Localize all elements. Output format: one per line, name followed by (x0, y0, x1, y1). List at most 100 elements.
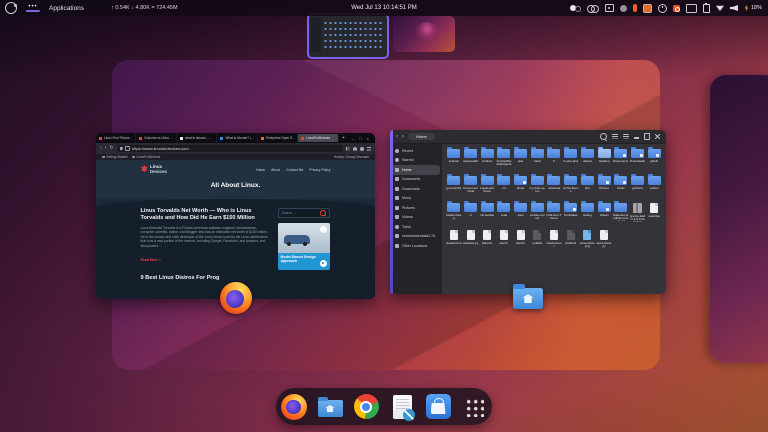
site-nav-link[interactable]: Contact Me (286, 168, 303, 172)
volume-icon[interactable] (729, 5, 738, 11)
reload-button[interactable]: ↻ (109, 146, 113, 151)
file-item[interactable]: sudoku-solver (529, 201, 545, 228)
next-article-title[interactable]: 9 Best Linux Distros For Prog (141, 275, 269, 281)
sidebar-item[interactable]: Videos (392, 213, 440, 223)
file-item[interactable]: Maxi.txt (479, 228, 495, 255)
file-item[interactable]: screenshot.png (580, 228, 596, 255)
new-tab-button[interactable]: + (339, 135, 348, 141)
clock[interactable]: Wed Jul 13 10:14:51 PM (351, 5, 417, 11)
distro-menu-icon[interactable] (5, 2, 17, 14)
file-item[interactable]: gnome-kwd-1.4.5-Translation (630, 201, 646, 228)
sidebar-item[interactable]: Home (392, 165, 440, 175)
sidebar-item[interactable]: Starred (392, 156, 440, 166)
article-title[interactable]: Linus Torvalds Net Worth — Who is Linus … (141, 208, 269, 222)
activities-indicator[interactable]: ••• (26, 4, 40, 12)
file-item[interactable]: icons-in-terminal (463, 174, 479, 201)
workspace-thumbnail-next[interactable] (393, 16, 455, 52)
screen-record-icon[interactable] (587, 4, 600, 13)
file-item[interactable]: Diabetes-prediction-using-ml (613, 201, 629, 228)
ubuntu-software-dock-icon[interactable] (423, 389, 453, 424)
forward-button[interactable]: › (402, 134, 404, 140)
browser-tab[interactable]: What is Ubuntu? |… (217, 133, 258, 143)
file-item[interactable]: bash (529, 147, 545, 174)
sidebar-item[interactable]: Documents (392, 175, 440, 185)
file-item[interactable]: vl (463, 201, 479, 228)
file-item[interactable]: Desktop (596, 147, 612, 174)
sidebar-item[interactable]: Music (392, 194, 440, 204)
url-bar[interactable]: https://www.linuxfordevices.com (116, 145, 343, 152)
display-indicator-icon[interactable] (685, 3, 697, 13)
file-item[interactable]: notebook.txt (546, 228, 562, 255)
ubuntu-indicator-icon[interactable] (672, 4, 680, 12)
file-item[interactable]: notebook (546, 174, 562, 201)
battery-indicator[interactable]: 18% (744, 4, 762, 12)
browser-tab[interactable]: LinuxForDevices (298, 134, 339, 142)
file-item[interactable]: ml (496, 174, 512, 201)
sidebar-item[interactable]: Downloads (392, 184, 440, 194)
sidebar-item[interactable]: chromeuserdata1.7b… (392, 232, 440, 242)
app-indicator-gray-icon[interactable] (620, 4, 628, 12)
maximize-icon[interactable] (643, 133, 650, 140)
screenshot-tool-icon[interactable] (605, 4, 615, 12)
file-item[interactable]: gnomeOS2 (446, 174, 462, 201)
file-item[interactable]: viewchat.txt (446, 228, 462, 255)
file-item[interactable]: anaconda3 (463, 147, 479, 174)
file-item[interactable]: C (546, 147, 562, 174)
site-logo[interactable]: ✱ Linux Devices (141, 164, 168, 174)
adjacent-workspace[interactable] (710, 75, 768, 363)
sidebar-item[interactable]: Trash (392, 222, 440, 232)
sidebar-item[interactable]: Recent (392, 146, 440, 156)
sidebar-toggle-icon[interactable] (346, 146, 350, 151)
window-controls[interactable]: – □ × (348, 136, 375, 141)
network-monitor[interactable]: ↑ 0.54K ↓ 4.80K = 724.45M (111, 5, 178, 11)
ad-card[interactable]: Model-Based Design Approach (277, 223, 330, 270)
file-item[interactable]: pycharm (630, 174, 646, 201)
files-dock-icon[interactable] (315, 389, 345, 424)
back-button[interactable]: ‹ (396, 134, 398, 140)
bookmark-folder-label[interactable]: Howdy, Chirag Devnaani (334, 155, 369, 159)
site-search-input[interactable]: Search ... (277, 208, 330, 218)
forward-button[interactable]: › (105, 146, 107, 151)
browser-tab[interactable]: what is ubuntu -… (177, 133, 218, 143)
close-icon[interactable] (655, 134, 660, 139)
file-item[interactable]: php (580, 174, 596, 201)
file-item[interactable]: orchis-theme (563, 174, 579, 201)
file-item[interactable]: Public (613, 174, 629, 201)
firefox-dock-icon[interactable] (279, 389, 309, 424)
file-item[interactable]: electro (496, 228, 512, 255)
file-item[interactable]: Android (479, 147, 495, 174)
applications-menu[interactable]: Applications (49, 5, 84, 12)
file-item[interactable]: C-plus-plus (563, 147, 579, 174)
path-bar[interactable]: Home (408, 133, 435, 140)
browser-tab[interactable]: Linux First 'Rubax…' (96, 133, 137, 143)
file-item[interactable]: untitled (529, 228, 545, 255)
menu-icon[interactable] (622, 134, 629, 139)
file-item[interactable]: LayerLab-theme (479, 174, 495, 201)
menu-icon[interactable] (367, 146, 371, 151)
extensions-icon[interactable] (353, 146, 357, 151)
dark-mode-toggle-icon[interactable] (570, 5, 582, 12)
file-item[interactable]: untitled1 (563, 228, 579, 255)
file-item[interactable]: python (646, 174, 662, 201)
timer-indicator-icon[interactable] (657, 3, 667, 13)
site-nav-link[interactable]: Privacy Policy (309, 168, 330, 172)
site-nav-link[interactable]: About (271, 168, 280, 172)
wifi-icon[interactable] (715, 5, 724, 11)
browser-tab[interactable]: Enterprise Open S… (258, 133, 299, 143)
account-icon[interactable] (360, 146, 364, 151)
file-item[interactable]: spec (513, 201, 529, 228)
site-nav-link[interactable]: Home (256, 168, 265, 172)
sidebar-item[interactable]: Other Locations (392, 241, 440, 251)
search-icon[interactable] (320, 210, 326, 216)
app-indicator-orange-icon[interactable] (642, 3, 652, 13)
file-item[interactable]: Music (513, 174, 529, 201)
back-button[interactable]: ‹ (100, 146, 102, 151)
bookmark-item[interactable]: LinuxForDevices (132, 155, 160, 159)
files-window-preview[interactable]: ‹ › Home Recent Starred Home Documents D… (390, 130, 666, 309)
file-item[interactable]: AndroidStudioProjects (496, 147, 512, 174)
minimize-icon[interactable] (633, 137, 639, 139)
file-item[interactable]: datard (580, 147, 596, 174)
file-item[interactable]: amazon (446, 147, 462, 174)
search-icon[interactable] (599, 133, 607, 140)
browser-tab[interactable]: Kubuntu vs Ubun… (136, 133, 177, 143)
